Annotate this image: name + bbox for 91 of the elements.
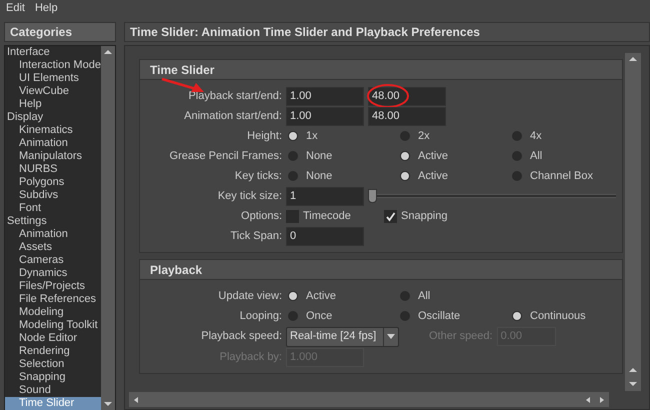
input-field[interactable]: 48.00 (368, 86, 446, 106)
radio-button[interactable] (400, 151, 410, 161)
category-item[interactable]: Files/Projects (5, 280, 101, 293)
arrow-annotation (160, 76, 206, 92)
field-label: Playback start/end: (187, 88, 283, 104)
input-field[interactable]: 1.00 (286, 86, 364, 106)
dropdown[interactable]: Real-time [24 fps] (286, 326, 399, 346)
category-item[interactable]: Modeling (5, 306, 101, 319)
menu-item[interactable]: Edit (6, 0, 25, 16)
field-label: Animation start/end: (183, 108, 283, 124)
slider-thumb[interactable] (368, 189, 377, 203)
radio-button[interactable] (288, 311, 298, 321)
option-label: None (306, 168, 332, 184)
category-item[interactable]: Display (5, 111, 101, 124)
input-field[interactable]: 1.00 (286, 106, 364, 126)
scrollbar[interactable] (625, 53, 641, 391)
option-label: All (418, 288, 430, 304)
category-item[interactable]: ViewCube (5, 85, 101, 98)
field-label: Key ticks: (234, 168, 283, 184)
caret-icon (387, 334, 395, 339)
option-label: None (306, 148, 332, 164)
field-label: Height: (246, 128, 283, 144)
option-label: Active (418, 168, 448, 184)
option-label: Once (306, 308, 332, 324)
category-item[interactable]: Animation (5, 228, 101, 241)
category-item[interactable]: Rendering (5, 345, 101, 358)
option-label: All (530, 148, 542, 164)
category-item[interactable]: Polygons (5, 176, 101, 189)
option-label: Continuous (530, 308, 586, 324)
category-item[interactable]: Modeling Toolkit (5, 319, 101, 332)
category-item[interactable]: File References (5, 293, 101, 306)
field-label: Update view: (217, 288, 283, 304)
input-field[interactable]: 48.00 (368, 106, 446, 126)
option-label: Snapping (401, 208, 448, 224)
horizontal-scrollbar[interactable] (129, 392, 609, 407)
option-label: Oscillate (418, 308, 460, 324)
category-item[interactable]: UI Elements (5, 72, 101, 85)
scrollbar[interactable] (101, 46, 115, 410)
field-label: Playback speed: (200, 329, 283, 344)
category-item[interactable]: Font (5, 202, 101, 215)
category-item[interactable]: Snapping (5, 371, 101, 384)
category-item[interactable]: Kinematics (5, 124, 101, 137)
option-label: Timecode (303, 208, 351, 224)
radio-button[interactable] (400, 311, 410, 321)
slider-track[interactable] (368, 189, 616, 203)
option-label: 2x (418, 128, 430, 144)
option-label: 1x (306, 128, 318, 144)
category-item[interactable]: Interface (5, 46, 101, 59)
category-item[interactable]: Sound (5, 384, 101, 397)
category-item[interactable]: Manipulators (5, 150, 101, 163)
field-label: Key tick size: (216, 188, 283, 204)
radio-button[interactable] (400, 131, 410, 141)
field-label: Grease Pencil Frames: (168, 148, 283, 164)
field-label: Tick Span: (229, 228, 283, 244)
category-item[interactable]: Node Editor (5, 332, 101, 345)
panel-title: Time Slider: Animation Time Slider and Playback Preferences (124, 22, 650, 42)
radio-button[interactable] (288, 151, 298, 161)
option-label: Active (418, 148, 448, 164)
checkbox[interactable] (286, 210, 299, 222)
radio-button[interactable] (512, 151, 522, 161)
category-item[interactable]: Settings (5, 215, 101, 228)
radio-button[interactable] (288, 291, 298, 301)
category-item[interactable]: Interaction Mode (5, 59, 101, 72)
option-label: Active (306, 288, 336, 304)
option-label: 4x (530, 128, 542, 144)
category-item[interactable]: NURBS (5, 163, 101, 176)
option-label: Channel Box (530, 168, 593, 184)
input-field[interactable]: 0 (286, 226, 364, 246)
menu-item[interactable]: Help (34, 0, 58, 16)
category-item[interactable]: Dynamics (5, 267, 101, 280)
radio-button[interactable] (288, 171, 298, 181)
radio-button[interactable] (512, 131, 522, 141)
field-label: Options: (240, 208, 283, 224)
category-item[interactable]: Assets (5, 241, 101, 254)
section-header[interactable]: Time Slider (140, 60, 622, 80)
input-field[interactable]: 1 (286, 186, 364, 206)
category-item[interactable]: Animation (5, 137, 101, 150)
field-label: Looping: (238, 308, 283, 324)
dropdown-value: Real-time [24 fps] (290, 329, 376, 344)
category-item[interactable]: Subdivs (5, 189, 101, 202)
category-item[interactable]: Help (5, 98, 101, 111)
radio-button[interactable] (400, 171, 410, 181)
section-header[interactable]: Playback (140, 260, 622, 280)
radio-button[interactable] (400, 291, 410, 301)
panel-header: Categories (4, 22, 116, 42)
radio-button[interactable] (288, 131, 298, 141)
radio-button[interactable] (512, 311, 522, 321)
checkbox[interactable] (384, 210, 397, 222)
category-item[interactable]: Cameras (5, 254, 101, 267)
radio-button[interactable] (512, 171, 522, 181)
category-item[interactable]: Selection (5, 358, 101, 371)
